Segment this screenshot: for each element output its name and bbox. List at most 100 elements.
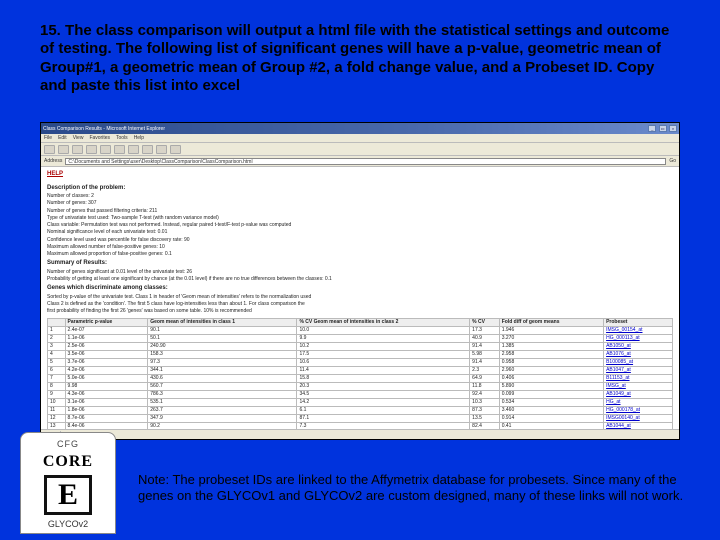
history-button[interactable] bbox=[142, 145, 153, 154]
table-cell: 5.890 bbox=[499, 382, 603, 390]
table-cell: 4.3e-06 bbox=[65, 390, 148, 398]
go-button[interactable]: Go bbox=[669, 158, 676, 164]
cfg-core-logo: CFG CORE E GLYCOv2 bbox=[20, 432, 116, 534]
instruction-text: 15. The class comparison will output a h… bbox=[40, 22, 680, 95]
toolbar bbox=[41, 143, 679, 156]
table-cell: 2.5e-06 bbox=[65, 342, 148, 350]
desc-line: Class variable: Permutation test was not… bbox=[47, 222, 673, 228]
table-cell: 90.1 bbox=[148, 326, 297, 334]
table-cell: 5.0e-06 bbox=[65, 374, 148, 382]
help-link[interactable]: HELP bbox=[47, 171, 63, 179]
table-cell: 5.98 bbox=[470, 350, 500, 358]
window-title: Class Comparison Results - Microsoft Int… bbox=[43, 126, 165, 132]
search-button[interactable] bbox=[114, 145, 125, 154]
logo-letter: E bbox=[58, 478, 78, 512]
probeset-link[interactable]: IMSG_at bbox=[604, 382, 673, 390]
table-cell: 3.270 bbox=[499, 334, 603, 342]
table-cell: 11.8 bbox=[470, 382, 500, 390]
probeset-link[interactable]: HG_000178_at bbox=[604, 406, 673, 414]
probeset-link[interactable]: AB1047_at bbox=[604, 366, 673, 374]
probeset-link[interactable]: IMSG00140_at bbox=[604, 414, 673, 422]
step-number: 15. bbox=[40, 22, 61, 39]
menu-file[interactable]: File bbox=[44, 135, 52, 141]
print-button[interactable] bbox=[170, 145, 181, 154]
table-cell: 0.958 bbox=[499, 358, 603, 366]
desc-line: Number of genes: 307 bbox=[47, 200, 673, 206]
table-row: 64.2e-06344.111.42.32.960AB1047_at bbox=[48, 366, 673, 374]
address-label: Address bbox=[44, 158, 62, 164]
step-body: The class comparison will output a html … bbox=[40, 22, 669, 94]
table-cell: 9.9 bbox=[297, 334, 470, 342]
footnote: Note: The probeset IDs are linked to the… bbox=[138, 472, 686, 504]
close-button[interactable]: × bbox=[669, 125, 677, 132]
menu-help[interactable]: Help bbox=[134, 135, 144, 141]
window-titlebar[interactable]: Class Comparison Results - Microsoft Int… bbox=[41, 123, 679, 134]
address-field[interactable]: C:\Documents and Settings\user\Desktop\C… bbox=[65, 158, 666, 165]
table-cell: 10.2 bbox=[297, 342, 470, 350]
menu-favorites[interactable]: Favorites bbox=[89, 135, 110, 141]
table-cell: 17.5 bbox=[297, 350, 470, 358]
stop-button[interactable] bbox=[72, 145, 83, 154]
table-cell: 0.406 bbox=[499, 374, 603, 382]
table-cell: 263.7 bbox=[148, 406, 297, 414]
summary-title: Summary of Results: bbox=[47, 260, 673, 268]
table-cell: 64.9 bbox=[470, 374, 500, 382]
table-cell: 4.2e-06 bbox=[65, 366, 148, 374]
favorites-button[interactable] bbox=[128, 145, 139, 154]
table-cell: 11.4 bbox=[297, 366, 470, 374]
probeset-link[interactable]: AB1050_at bbox=[604, 342, 673, 350]
menu-view[interactable]: View bbox=[73, 135, 84, 141]
table-cell: 3.1e-06 bbox=[65, 398, 148, 406]
table-row: 94.3e-06786.334.592.40.099AB1049_at bbox=[48, 390, 673, 398]
table-cell: 4 bbox=[48, 350, 66, 358]
table-cell: 8 bbox=[48, 382, 66, 390]
table-cell: 3.5e-06 bbox=[65, 350, 148, 358]
desc-line: Number of genes that passed filtering cr… bbox=[47, 208, 673, 214]
back-button[interactable] bbox=[44, 145, 55, 154]
logo-cfg: CFG bbox=[57, 439, 79, 449]
logo-core: CORE bbox=[43, 453, 93, 471]
refresh-button[interactable] bbox=[86, 145, 97, 154]
minimize-button[interactable]: _ bbox=[648, 125, 656, 132]
probeset-link[interactable]: HG_at bbox=[604, 398, 673, 406]
table-cell: 2 bbox=[48, 334, 66, 342]
table-cell: 87.3 bbox=[470, 406, 500, 414]
table-cell: 1.1e-06 bbox=[65, 334, 148, 342]
probeset-link[interactable]: B100085_at bbox=[604, 358, 673, 366]
menu-edit[interactable]: Edit bbox=[58, 135, 67, 141]
table-cell: 2.958 bbox=[499, 350, 603, 358]
menu-tools[interactable]: Tools bbox=[116, 135, 128, 141]
maximize-button[interactable]: ▭ bbox=[659, 125, 667, 132]
table-cell: 1.385 bbox=[499, 342, 603, 350]
table-cell: 0.099 bbox=[499, 390, 603, 398]
results-table: Parametric p-valueGeom mean of intensiti… bbox=[47, 318, 673, 439]
table-cell: 50.1 bbox=[148, 334, 297, 342]
probeset-link[interactable]: AB1049_at bbox=[604, 390, 673, 398]
desc-line: Confidence level used was percentile for… bbox=[47, 237, 673, 243]
table-cell: 158.3 bbox=[148, 350, 297, 358]
forward-button[interactable] bbox=[58, 145, 69, 154]
table-cell: 15.8 bbox=[297, 374, 470, 382]
table-header: Fold diff of geom means bbox=[499, 318, 603, 326]
table-cell: 11 bbox=[48, 406, 66, 414]
table-cell: 10 bbox=[48, 398, 66, 406]
probeset-link[interactable]: HG_000113_at bbox=[604, 334, 673, 342]
window-buttons: _ ▭ × bbox=[647, 125, 677, 132]
table-row: 111.8e-06263.76.187.33.460HG_000178_at bbox=[48, 406, 673, 414]
table-cell: 9 bbox=[48, 390, 66, 398]
probeset-link[interactable]: AB1076_at bbox=[604, 350, 673, 358]
table-cell: 6.1 bbox=[297, 406, 470, 414]
summary-line: Number of genes significant at 0.01 leve… bbox=[47, 269, 673, 275]
probeset-link[interactable]: IMSG_00154_at bbox=[604, 326, 673, 334]
home-button[interactable] bbox=[100, 145, 111, 154]
table-cell: 0.914 bbox=[499, 414, 603, 422]
browser-content: HELP Description of the problem: Number … bbox=[41, 167, 679, 440]
probeset-link[interactable]: B11153_at bbox=[604, 374, 673, 382]
table-cell: 1.8e-06 bbox=[65, 406, 148, 414]
table-cell: 786.3 bbox=[148, 390, 297, 398]
table-header: % CV Geom mean of intensities in class 2 bbox=[297, 318, 470, 326]
table-cell: 10.0 bbox=[297, 326, 470, 334]
table-cell: 91.4 bbox=[470, 358, 500, 366]
table-row: 89.98560.720.311.85.890IMSG_at bbox=[48, 382, 673, 390]
mail-button[interactable] bbox=[156, 145, 167, 154]
